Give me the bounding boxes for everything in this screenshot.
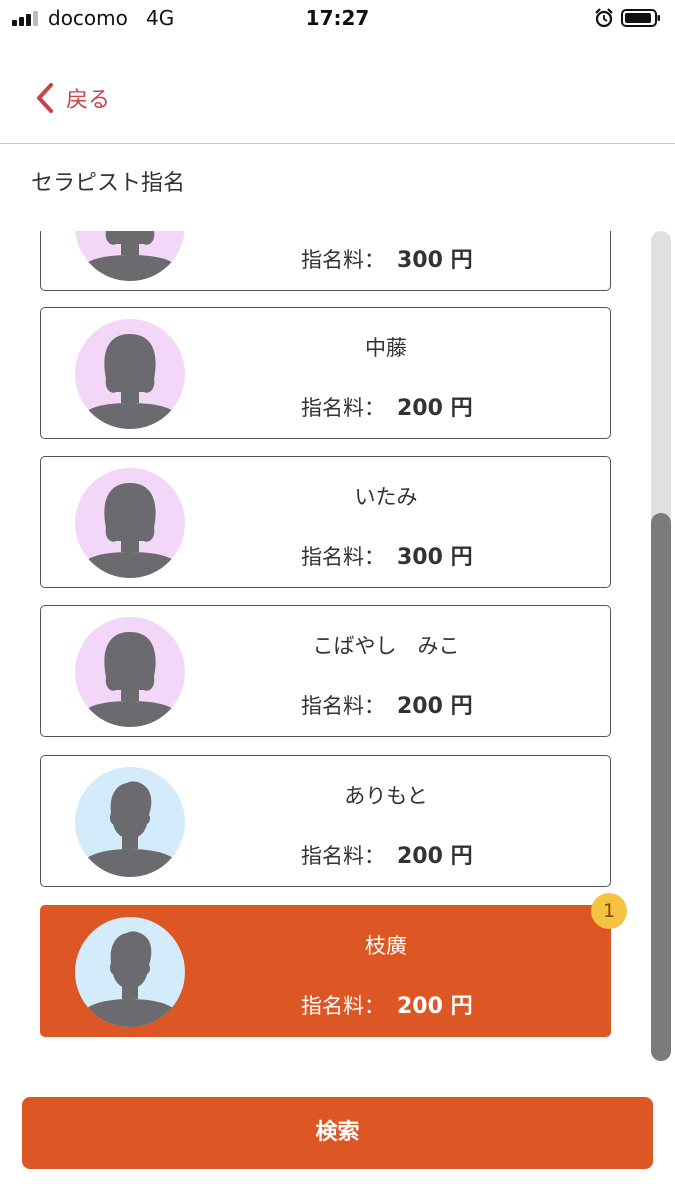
fee-amount: 300 円	[397, 545, 473, 570]
fee-label: 指名料：	[301, 545, 385, 569]
female-avatar	[75, 319, 185, 429]
clock: 17:27	[305, 6, 370, 30]
therapist-fee: 指名料： 200 円	[301, 838, 473, 870]
male-silhouette-icon	[80, 931, 180, 1027]
page-title: セラピスト指名	[31, 171, 186, 196]
chevron-left-icon	[37, 83, 53, 113]
male-avatar	[75, 917, 185, 1027]
fee-label: 指名料：	[301, 844, 385, 868]
female-silhouette-icon	[80, 632, 180, 727]
fee-label: 指名料：	[301, 396, 385, 420]
therapist-fee: 指名料： 200 円	[301, 988, 473, 1020]
male-silhouette-icon	[80, 781, 180, 877]
therapist-card-selected[interactable]: 枝廣 指名料： 200 円	[40, 905, 611, 1037]
therapist-fee: 指名料： 200 円	[301, 390, 473, 422]
battery-icon	[621, 9, 660, 27]
fee-label: 指名料：	[301, 694, 385, 718]
therapist-card[interactable]: 中藤 指名料： 200 円	[40, 307, 611, 439]
therapist-card[interactable]: こばやし みこ 指名料： 200 円	[40, 605, 611, 737]
female-avatar	[75, 617, 185, 727]
search-button[interactable]: 検索	[22, 1097, 653, 1169]
therapist-name: 枝廣	[365, 934, 407, 958]
therapist-card[interactable]: ありもと 指名料： 200 円	[40, 755, 611, 887]
status-bar: docomo 4G 17:27	[0, 0, 675, 40]
female-silhouette-icon	[80, 334, 180, 429]
fee-amount: 200 円	[397, 844, 473, 869]
back-label: 戻る	[66, 88, 111, 113]
therapist-fee: 指名料： 300 円	[301, 242, 473, 274]
therapist-list[interactable]: 指名料： 300 円 中藤 指名料： 200 円 いたみ 指名料： 300 円 …	[0, 231, 675, 1065]
screen: docomo 4G 17:27 戻る セラピスト指名 指名料： 300 円 中藤…	[0, 0, 675, 1200]
therapist-fee: 指名料： 300 円	[301, 539, 473, 571]
therapist-name: 中藤	[365, 336, 407, 360]
fee-amount: 200 円	[397, 994, 473, 1019]
therapist-name: いたみ	[354, 485, 418, 509]
navigation-header: 戻る	[0, 40, 675, 144]
male-avatar	[75, 767, 185, 877]
scrollbar-thumb[interactable]	[651, 513, 671, 1061]
fee-amount: 300 円	[397, 248, 473, 273]
therapist-card[interactable]: 指名料： 300 円	[40, 231, 611, 291]
female-silhouette-icon	[80, 483, 180, 578]
fee-amount: 200 円	[397, 694, 473, 719]
female-avatar	[75, 468, 185, 578]
therapist-name: ありもと	[344, 784, 428, 808]
fee-label: 指名料：	[301, 994, 385, 1018]
fee-amount: 200 円	[397, 396, 473, 421]
female-avatar	[75, 231, 185, 281]
selection-count-badge: 1	[591, 893, 627, 929]
fee-label: 指名料：	[301, 248, 385, 272]
therapist-fee: 指名料： 200 円	[301, 688, 473, 720]
therapist-name: こばやし みこ	[312, 634, 460, 658]
female-silhouette-icon	[80, 231, 180, 281]
back-button[interactable]: 戻る	[34, 80, 110, 116]
alarm-icon	[595, 8, 613, 28]
therapist-card[interactable]: いたみ 指名料： 300 円	[40, 456, 611, 588]
